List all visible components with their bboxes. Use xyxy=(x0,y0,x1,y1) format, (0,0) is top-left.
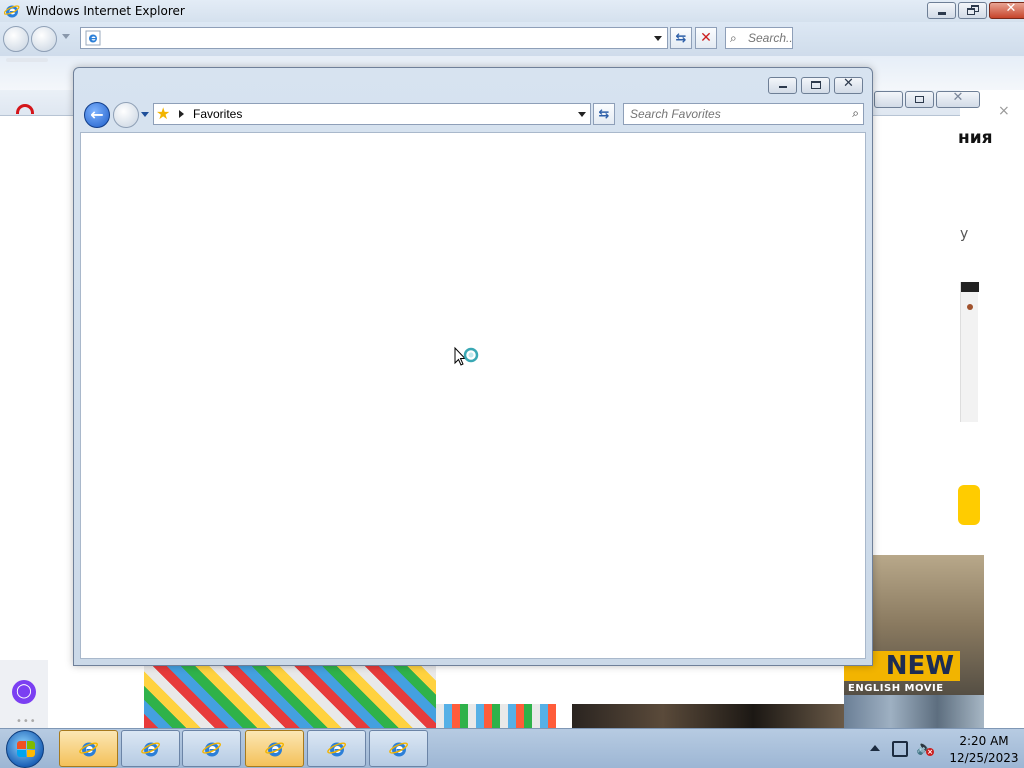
search-icon: ⌕ xyxy=(730,31,737,45)
stop-button[interactable]: ✕ xyxy=(695,27,717,49)
taskbar-ie-button-3[interactable] xyxy=(182,730,241,767)
poster-crowd-image xyxy=(844,695,984,728)
ie-icon xyxy=(389,742,408,757)
clock-time[interactable]: 2:20 AM xyxy=(944,734,1024,748)
address-bar[interactable] xyxy=(80,27,668,49)
stop-icon: ✕ xyxy=(700,30,712,46)
taskbar-ie-button-1[interactable] xyxy=(59,730,118,767)
address-dropdown-icon[interactable] xyxy=(654,36,662,41)
assistant-icon[interactable]: ◯ xyxy=(12,680,36,704)
favorites-star-icon: ★ xyxy=(156,104,171,123)
background-window-controls: ✕ xyxy=(872,90,980,108)
start-button[interactable] xyxy=(6,730,44,768)
muted-icon: × xyxy=(926,748,934,756)
favorites-refresh-button[interactable]: ⇆ xyxy=(593,103,615,125)
ie-title-bar[interactable]: Windows Internet Explorer ✕ xyxy=(0,0,1024,22)
address-input[interactable] xyxy=(105,30,645,46)
ie-logo-icon xyxy=(4,5,20,18)
windows-start-icon xyxy=(17,741,35,757)
clock-date[interactable]: 12/25/2023 xyxy=(944,751,1024,765)
favorites-maximize-button[interactable] xyxy=(801,77,830,94)
close-icon: ✕ xyxy=(952,90,964,105)
favorites-close-button[interactable]: ✕ xyxy=(834,76,863,94)
taskbar-ie-button-2[interactable] xyxy=(121,730,180,767)
gift-boxes-image-strip xyxy=(436,704,556,728)
close-icon: ✕ xyxy=(1005,1,1017,16)
minimize-button[interactable] xyxy=(927,2,956,19)
search-icon[interactable]: ⌕ xyxy=(852,106,859,121)
poster-subtitle: ENGLISH MOVIE xyxy=(848,683,944,694)
ie-icon xyxy=(202,742,221,757)
background-side-panel xyxy=(960,282,979,422)
taskbar-ie-button-6[interactable] xyxy=(369,730,428,767)
background-restore-button[interactable] xyxy=(905,91,934,108)
recent-pages-dropdown[interactable] xyxy=(62,34,70,39)
busy-cursor-icon xyxy=(454,346,479,366)
dark-thumbnail-image[interactable] xyxy=(572,704,844,728)
favorites-search-input[interactable] xyxy=(630,106,836,122)
breadcrumb-favorites[interactable]: Favorites xyxy=(193,107,242,121)
maximize-icon xyxy=(811,81,821,89)
ie-page-icon xyxy=(85,30,101,46)
background-yellow-button[interactable] xyxy=(958,485,980,525)
maximize-icon xyxy=(915,96,924,103)
panel-strip xyxy=(961,282,979,292)
refresh-icon: ⇆ xyxy=(675,31,687,46)
back-button[interactable]: ← xyxy=(84,102,110,128)
close-icon: ✕ xyxy=(843,76,854,91)
favorites-window-controls: ✕ xyxy=(766,76,863,94)
network-icon[interactable] xyxy=(892,741,908,757)
gift-boxes-image[interactable] xyxy=(144,666,436,728)
breadcrumb-arrow-icon[interactable] xyxy=(179,110,184,118)
back-button[interactable] xyxy=(3,26,29,52)
close-button[interactable]: ✕ xyxy=(989,1,1024,19)
window-title: Windows Internet Explorer xyxy=(26,4,185,18)
ie-icon xyxy=(141,742,160,757)
window-controls: ✕ xyxy=(925,1,1024,19)
panel-dot xyxy=(967,304,973,310)
ie-navigation-bar: ⇆ ✕ ⌕ xyxy=(0,22,1024,56)
forward-button[interactable] xyxy=(113,102,139,128)
system-tray: 🔈 × 2:20 AM 12/25/2023 xyxy=(862,730,1024,768)
background-heading-fragment: ния xyxy=(958,128,993,148)
favorites-address-bar[interactable]: ★ Favorites xyxy=(153,103,591,125)
ie-icon xyxy=(79,742,98,757)
restore-button[interactable] xyxy=(958,2,987,19)
address-dropdown-icon[interactable] xyxy=(578,112,586,117)
show-hidden-icons-icon[interactable] xyxy=(870,745,880,751)
favorites-toolbar: ← ★ Favorites ⇆ ⌕ xyxy=(82,101,866,129)
favorites-content-pane[interactable] xyxy=(80,132,866,659)
refresh-icon: ⇆ xyxy=(598,107,610,122)
favorites-search-box[interactable]: ⌕ xyxy=(623,103,864,125)
recent-locations-dropdown[interactable] xyxy=(141,112,149,117)
minimize-icon xyxy=(779,86,787,88)
taskbar-ie-button-4[interactable] xyxy=(245,730,304,767)
taskbar-ie-button-5[interactable] xyxy=(307,730,366,767)
search-input[interactable] xyxy=(748,30,792,46)
background-close-button[interactable]: ✕ xyxy=(936,90,980,108)
favorites-minimize-button[interactable] xyxy=(768,77,797,94)
assistant-panel: ◯ ••• xyxy=(0,660,48,728)
forward-button[interactable] xyxy=(31,26,57,52)
tab-placeholder xyxy=(6,58,48,62)
favorites-window: ✕ ← ★ Favorites ⇆ ⌕ xyxy=(73,67,873,666)
background-minimize-button[interactable] xyxy=(874,91,903,108)
background-text-fragment: у xyxy=(960,226,969,242)
refresh-button[interactable]: ⇆ xyxy=(670,27,692,49)
more-icon[interactable]: ••• xyxy=(16,716,37,727)
ie-icon xyxy=(327,742,346,757)
taskbar: 🔈 × 2:20 AM 12/25/2023 xyxy=(0,728,1024,768)
ie-icon xyxy=(265,742,284,757)
search-box[interactable]: ⌕ xyxy=(725,27,793,49)
minimize-icon xyxy=(938,12,946,15)
restore-icon-front xyxy=(967,8,975,15)
